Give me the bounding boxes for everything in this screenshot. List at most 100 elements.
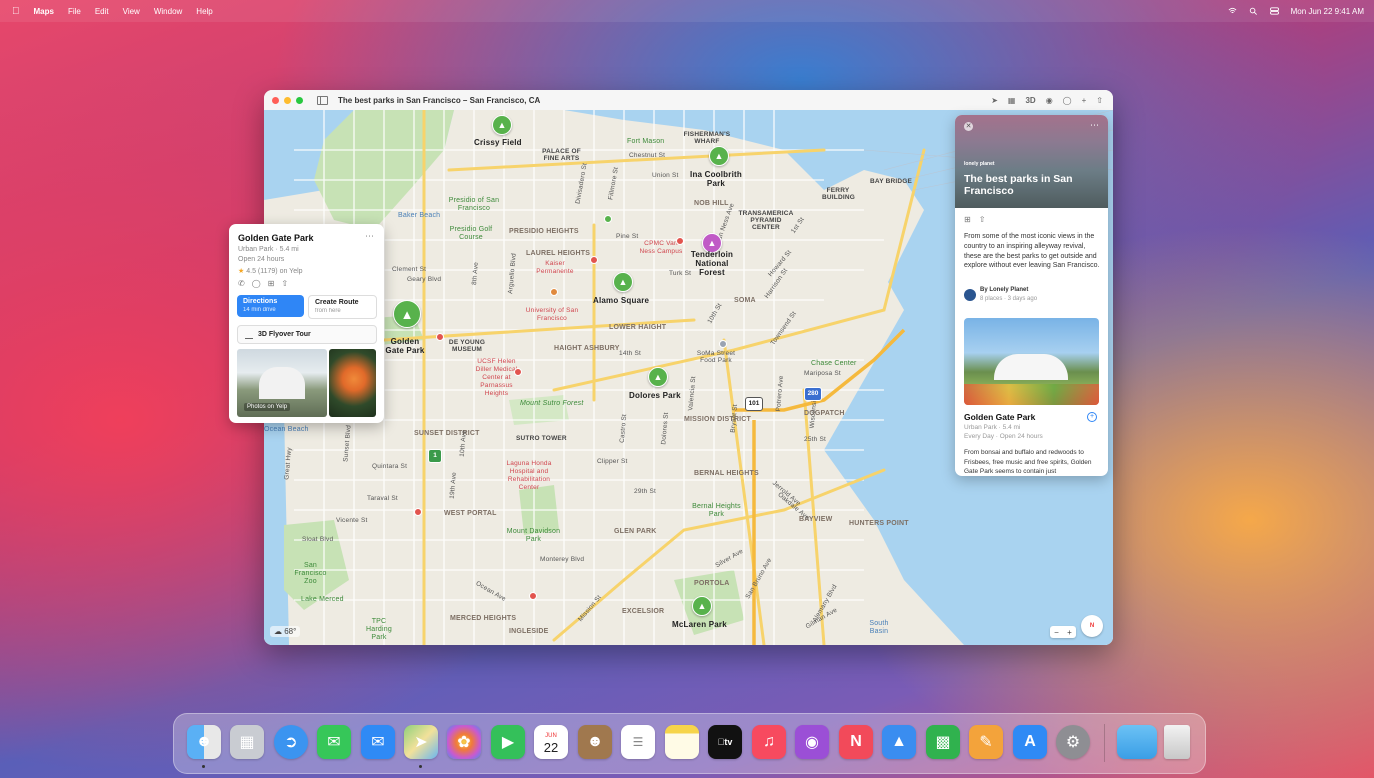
menu-file[interactable]: File	[68, 7, 81, 16]
park-dot[interactable]	[604, 215, 612, 223]
highway-shield: 1	[428, 449, 442, 463]
apple-menu-icon[interactable]: 	[12, 6, 20, 17]
dock-maps-icon[interactable]: ➤	[404, 725, 438, 759]
hospital-label: University of San Francisco	[525, 307, 579, 322]
neighborhood-label: WEST PORTAL	[444, 510, 497, 517]
dock-tv-icon[interactable]: tv	[708, 725, 742, 759]
control-center-icon[interactable]	[1269, 7, 1279, 15]
guide-item-photo[interactable]	[964, 318, 1099, 405]
park-pin-icon[interactable]: ▲	[613, 272, 633, 292]
tracking-icon[interactable]: ◯	[1063, 96, 1072, 105]
menu-window[interactable]: Window	[154, 7, 182, 16]
share-icon[interactable]: ⇧	[979, 215, 986, 224]
dock-music-icon[interactable]: ♫	[752, 725, 786, 759]
dock-notes-icon[interactable]	[665, 725, 699, 759]
street-label: Mariposa St	[804, 370, 841, 377]
park-label: San Francisco Zoo	[294, 562, 327, 585]
menu-view[interactable]: View	[123, 7, 140, 16]
park-label: Mount Davidson Park	[506, 528, 561, 543]
place-card-subtitle: Urban Park · 5.4 mi	[238, 246, 299, 253]
compass-icon[interactable]: N	[1081, 615, 1103, 637]
guide-description: From some of the most iconic views in th…	[964, 233, 1100, 270]
park-pin-label: Crissy Field	[474, 138, 522, 147]
dock-downloads-folder-icon[interactable]	[1117, 725, 1157, 759]
school-dot[interactable]	[550, 288, 558, 296]
dock-keynote-icon[interactable]: ▲	[882, 725, 916, 759]
dock-system-preferences-icon[interactable]: ⚙	[1056, 725, 1090, 759]
park-pin-icon[interactable]: ▲	[709, 146, 729, 166]
flyover-tour-button[interactable]: 3D Flyover Tour	[237, 325, 377, 344]
rating-detail: (1179) on Yelp	[257, 268, 303, 275]
dock-mail-icon[interactable]: ✉	[361, 725, 395, 759]
dock-launchpad-icon[interactable]: ▦	[230, 725, 264, 759]
look-around-icon[interactable]: ◉	[1046, 96, 1053, 105]
view-3d-button[interactable]: 3D	[1025, 96, 1035, 105]
park-pin-selected-icon[interactable]: ▲	[393, 300, 421, 328]
neighborhood-label: MERCED HEIGHTS	[450, 615, 517, 622]
dock-pages-icon[interactable]: ✎	[969, 725, 1003, 759]
add-icon[interactable]: +	[1082, 96, 1087, 105]
transit-dot[interactable]	[719, 340, 727, 348]
park-pin-icon[interactable]: ▲	[492, 115, 512, 135]
menu-help[interactable]: Help	[196, 7, 212, 16]
dock-podcasts-icon[interactable]: ◉	[795, 725, 829, 759]
map-mode-icon[interactable]: ▦	[1008, 96, 1016, 105]
dock-calendar-icon[interactable]: JUN 22	[534, 725, 568, 759]
place-photo[interactable]: Photos on Yelp	[237, 349, 327, 417]
dock-contacts-icon[interactable]: ☻	[578, 725, 612, 759]
dock-photos-icon[interactable]: ✿	[447, 725, 481, 759]
hospital-dot[interactable]	[514, 368, 522, 376]
dock-facetime-icon[interactable]: ▶	[491, 725, 525, 759]
hospital-dot[interactable]	[529, 592, 537, 600]
phone-icon[interactable]: ✆	[238, 279, 245, 288]
dock-safari-icon[interactable]: ➲	[274, 725, 308, 759]
zoom-control[interactable]: − +	[1050, 626, 1076, 638]
spotlight-icon[interactable]	[1249, 7, 1258, 15]
street-label: Chestnut St	[629, 152, 666, 159]
dock-numbers-icon[interactable]: ▩	[926, 725, 960, 759]
menu-app-maps[interactable]: Maps	[34, 7, 54, 16]
zoom-out-button[interactable]: −	[1054, 628, 1059, 637]
sidebar-toggle-icon[interactable]	[317, 95, 328, 105]
wifi-icon[interactable]	[1228, 7, 1237, 15]
place-card-rating: ★ 4.5 (1179) on Yelp	[238, 267, 303, 275]
park-pin-label: Tenderloin National Forest	[690, 250, 734, 277]
place-photo-flower[interactable]	[329, 349, 376, 417]
share-icon[interactable]: ⇧	[281, 279, 288, 288]
save-guide-icon[interactable]: ⊞	[964, 215, 971, 224]
create-route-button[interactable]: Create Route from here	[308, 295, 377, 319]
add-icon[interactable]: +	[1087, 412, 1097, 422]
running-indicator	[202, 765, 205, 768]
minimize-window-button[interactable]	[284, 96, 291, 104]
tv-logo-icon: 	[718, 737, 725, 747]
hospital-dot[interactable]	[676, 237, 684, 245]
zoom-in-button[interactable]: +	[1067, 628, 1072, 637]
park-pin-icon[interactable]: ▲	[692, 596, 712, 616]
menu-edit[interactable]: Edit	[95, 7, 109, 16]
dock-trash-icon[interactable]	[1164, 725, 1190, 759]
menubar-clock[interactable]: Mon Jun 22 9:41 AM	[1291, 7, 1364, 16]
street-label: Vicente St	[336, 517, 368, 524]
directions-button[interactable]: Directions 14 min drive	[237, 295, 304, 317]
park-pin-icon[interactable]: ▲	[648, 367, 668, 387]
dock-messages-icon[interactable]: ✉	[317, 725, 351, 759]
zoom-window-button[interactable]	[296, 96, 303, 104]
hospital-dot[interactable]	[414, 508, 422, 516]
guide-item-title[interactable]: Golden Gate Park	[964, 412, 1035, 422]
dock-news-icon[interactable]: N	[839, 725, 873, 759]
guide-author[interactable]: By Lonely Planet 8 places · 3 days ago	[964, 286, 1100, 304]
close-icon[interactable]: ✕	[964, 122, 973, 131]
more-options-icon[interactable]: ⋯	[1090, 120, 1099, 131]
add-to-guide-icon[interactable]: ⊞	[268, 279, 275, 288]
more-options-icon[interactable]: ⋯	[365, 231, 374, 242]
dock-app-store-icon[interactable]: A	[1013, 725, 1047, 759]
share-icon[interactable]: ⇧	[1096, 96, 1103, 105]
website-icon[interactable]: ◯	[252, 279, 261, 288]
location-arrow-icon[interactable]: ➤	[991, 96, 998, 105]
dock-finder-icon[interactable]: ☻	[187, 725, 221, 759]
dock-reminders-icon[interactable]: ☰	[621, 725, 655, 759]
hospital-dot[interactable]	[590, 256, 598, 264]
close-window-button[interactable]	[272, 96, 279, 104]
hospital-dot[interactable]	[436, 333, 444, 341]
calendar-day: 22	[543, 740, 559, 755]
